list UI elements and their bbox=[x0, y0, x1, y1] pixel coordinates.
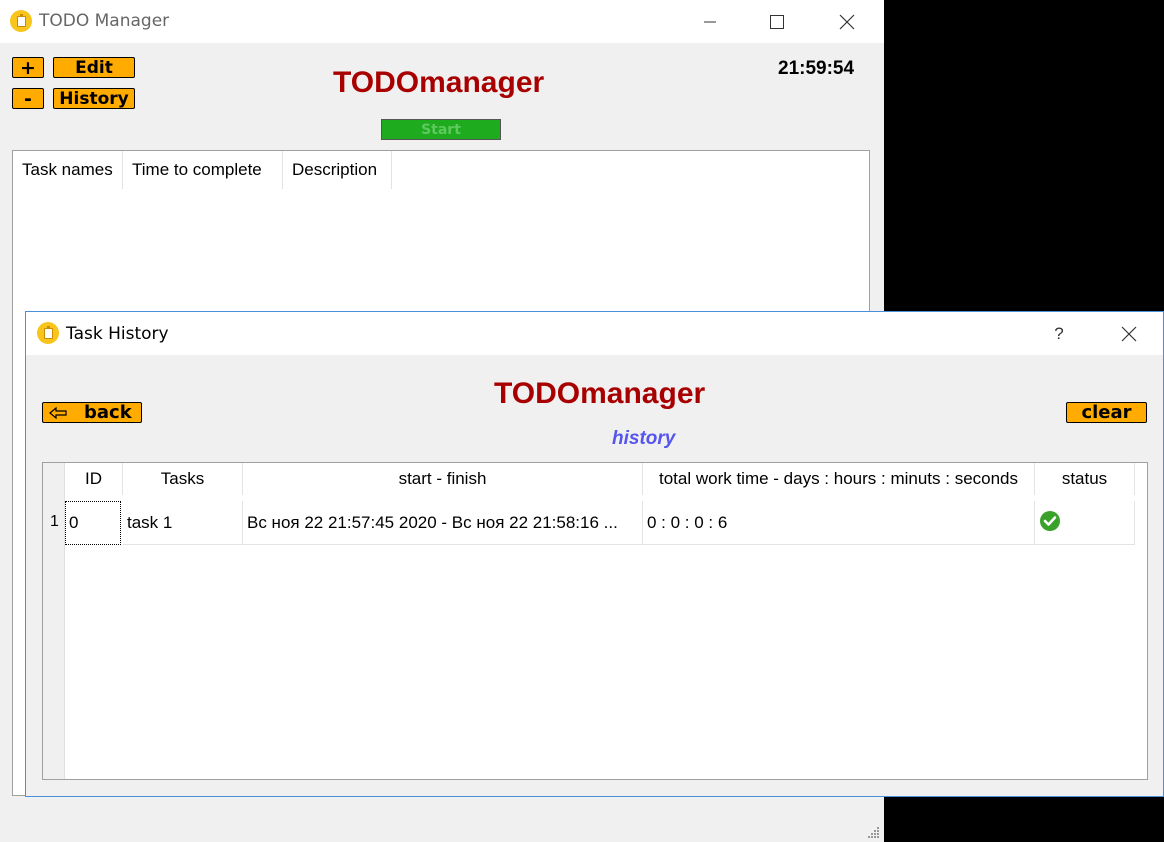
history-button[interactable]: History bbox=[53, 88, 135, 109]
history-table[interactable]: 1 ID Tasks start - finish total work tim… bbox=[42, 462, 1148, 780]
clear-button[interactable]: clear bbox=[1066, 402, 1147, 423]
edit-button[interactable]: Edit bbox=[53, 57, 135, 78]
maximize-icon bbox=[770, 14, 784, 29]
cell-start-finish[interactable]: Вс ноя 22 21:57:45 2020 - Вс ноя 22 21:5… bbox=[243, 501, 643, 545]
column-header-task-names[interactable]: Task names bbox=[13, 151, 123, 189]
close-button[interactable] bbox=[812, 0, 882, 43]
column-header-status[interactable]: status bbox=[1035, 463, 1135, 495]
app-icon bbox=[10, 10, 32, 32]
back-arrow-icon bbox=[49, 406, 67, 419]
maximize-button[interactable] bbox=[742, 0, 812, 43]
column-header-tasks[interactable]: Tasks bbox=[123, 463, 243, 495]
column-header-description[interactable]: Description bbox=[283, 151, 392, 189]
history-brand-title: TODOmanager bbox=[494, 377, 706, 410]
dialog-title: Task History bbox=[66, 324, 169, 344]
history-subtitle: history bbox=[612, 428, 676, 449]
window-title: TODO Manager bbox=[39, 11, 170, 31]
main-titlebar[interactable]: TODO Manager bbox=[0, 0, 884, 43]
check-circle-icon bbox=[1040, 510, 1060, 531]
task-history-dialog: Task History ? back TODOmanager history … bbox=[25, 311, 1164, 797]
minimize-button[interactable] bbox=[675, 0, 745, 43]
minimize-icon bbox=[704, 21, 716, 22]
back-label: back bbox=[84, 402, 132, 423]
close-icon bbox=[839, 14, 855, 29]
row-header-column: 1 bbox=[43, 463, 65, 779]
row-number[interactable]: 1 bbox=[50, 513, 59, 531]
clock: 21:59:54 bbox=[778, 58, 855, 79]
column-header-total-work-time[interactable]: total work time - days : hours : minuts … bbox=[643, 463, 1035, 495]
column-header-id[interactable]: ID bbox=[65, 463, 123, 495]
cell-task[interactable]: task 1 bbox=[123, 501, 243, 545]
back-button[interactable]: back bbox=[42, 402, 142, 423]
column-header-time-to-complete[interactable]: Time to complete bbox=[123, 151, 283, 189]
history-titlebar[interactable]: Task History ? bbox=[26, 312, 1163, 355]
remove-task-button[interactable]: - bbox=[12, 88, 44, 110]
resize-grip-icon[interactable] bbox=[868, 826, 880, 838]
start-button[interactable]: Start bbox=[381, 119, 501, 140]
cell-status[interactable] bbox=[1035, 501, 1135, 545]
dialog-close-button[interactable] bbox=[1094, 312, 1164, 355]
help-button[interactable]: ? bbox=[1024, 312, 1094, 355]
cell-total-work-time[interactable]: 0 : 0 : 0 : 6 bbox=[643, 501, 1035, 545]
add-task-button[interactable]: + bbox=[12, 57, 44, 79]
app-icon bbox=[37, 322, 59, 344]
cell-id[interactable]: 0 bbox=[65, 501, 121, 545]
main-brand-title: TODOmanager bbox=[333, 66, 545, 99]
close-icon bbox=[1121, 326, 1137, 341]
desktop: TODO Manager + - Edit History TODOmanage… bbox=[0, 0, 1164, 842]
column-header-start-finish[interactable]: start - finish bbox=[243, 463, 643, 495]
